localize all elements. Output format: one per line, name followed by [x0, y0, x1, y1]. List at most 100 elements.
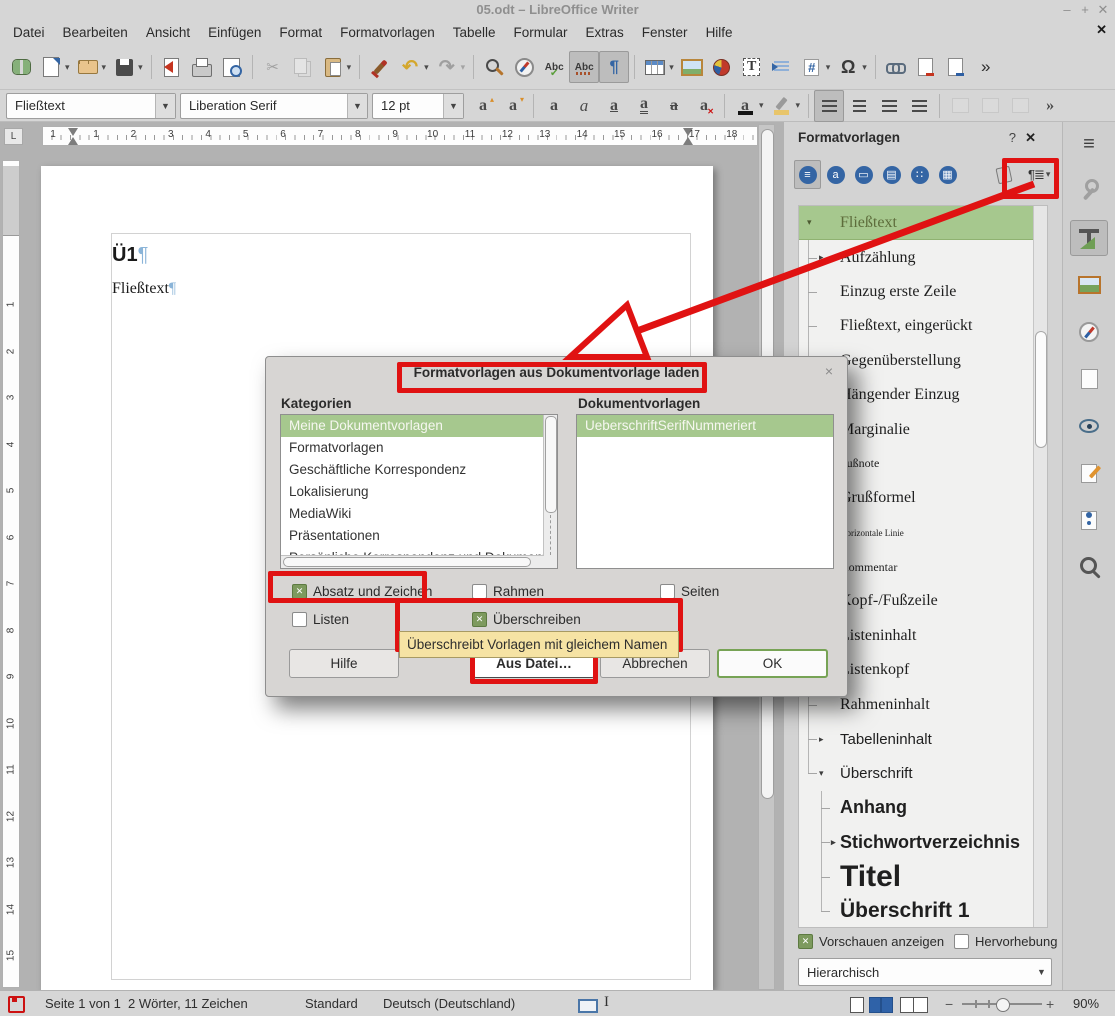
new-document-icon[interactable]: ▾: [36, 51, 73, 83]
styles-scrollbar[interactable]: [1033, 206, 1047, 927]
insert-endnote-icon[interactable]: [941, 51, 971, 83]
font-color-icon[interactable]: a ▾: [730, 90, 767, 122]
book-view-icon[interactable]: [900, 997, 928, 1013]
page-deck-icon[interactable]: [1070, 361, 1108, 397]
tab-stop-selector[interactable]: L: [4, 128, 23, 145]
insert-hyperlink-icon[interactable]: [881, 51, 911, 83]
export-pdf-icon[interactable]: [157, 51, 187, 83]
category-item[interactable]: Lokalisierung: [281, 481, 557, 503]
chevron-down-icon[interactable]: ▼: [155, 94, 175, 118]
chevron-down-icon[interactable]: ▼: [443, 94, 463, 118]
overwrite-checkbox[interactable]: [472, 612, 487, 627]
style-item[interactable]: ▸ Stichwortverzeichnis: [799, 825, 1047, 859]
font-size-combobox[interactable]: 12 pt ▼: [372, 93, 464, 119]
categories-listbox[interactable]: Meine DokumentvorlagenFormatvorlagenGesc…: [280, 414, 558, 569]
justify-icon[interactable]: [904, 90, 934, 122]
properties-deck-icon[interactable]: [1070, 220, 1108, 256]
shrink-font-icon[interactable]: a: [498, 90, 528, 122]
categories-vscrollbar[interactable]: [543, 415, 557, 568]
sidebar-help-button[interactable]: ?: [1009, 130, 1016, 145]
tree-arrow-icon[interactable]: ▾: [819, 768, 824, 779]
style-item[interactable]: ▾ Überschrift: [799, 756, 1047, 790]
style-item[interactable]: Fließtext, eingerückt: [799, 309, 1047, 343]
clone-formatting-icon[interactable]: [365, 51, 395, 83]
unsaved-changes-icon[interactable]: [8, 996, 25, 1013]
minimize-button[interactable]: –: [1059, 0, 1075, 20]
print-icon[interactable]: [187, 51, 217, 83]
tree-arrow-icon[interactable]: ▾: [807, 217, 812, 228]
cut-icon[interactable]: ✂: [258, 51, 288, 83]
menu-item[interactable]: Formular: [505, 20, 577, 45]
unordered-list-icon[interactable]: [945, 90, 975, 122]
redo-icon[interactable]: ↷ ▾: [432, 51, 469, 83]
menu-item[interactable]: Ansicht: [137, 20, 199, 45]
gallery-deck-icon[interactable]: [1070, 267, 1108, 303]
ok-button[interactable]: OK: [717, 649, 828, 678]
navigator-deck-icon[interactable]: [1070, 314, 1108, 350]
chevron-down-icon[interactable]: ▼: [347, 94, 367, 118]
style-item[interactable]: Titel: [799, 859, 1047, 893]
special-character-icon[interactable]: Ω ▾: [833, 51, 870, 83]
word-count-status[interactable]: 2 Wörter, 11 Zeichen: [128, 996, 248, 1011]
character-styles-icon[interactable]: a: [822, 160, 849, 189]
find-toolbar-icon[interactable]: [6, 51, 36, 83]
menu-item[interactable]: Extras: [577, 20, 633, 45]
menu-item[interactable]: Bearbeiten: [54, 20, 137, 45]
formatbar-overflow-icon[interactable]: »: [1035, 90, 1065, 122]
paragraph-character-checkbox[interactable]: [292, 584, 307, 599]
scrollbar-thumb[interactable]: [283, 557, 531, 567]
style-view-select[interactable]: Hierarchisch ▼: [798, 958, 1052, 986]
insert-table-icon[interactable]: ▾: [640, 51, 677, 83]
scrollbar-thumb[interactable]: [545, 416, 557, 513]
horizontal-ruler[interactable]: 1123456789101112131415161718: [42, 126, 758, 146]
style-item[interactable]: ▾ Fließtext: [799, 206, 1047, 240]
align-center-icon[interactable]: [844, 90, 874, 122]
page-count-status[interactable]: Seite 1 von 1: [45, 996, 121, 1011]
language-status[interactable]: Deutsch (Deutschland): [383, 996, 515, 1011]
navigator-icon[interactable]: [509, 51, 539, 83]
show-previews-checkbox[interactable]: [798, 934, 813, 949]
find-deck-icon[interactable]: [1070, 549, 1108, 585]
tree-arrow-icon[interactable]: ▸: [819, 734, 824, 745]
double-underline-icon[interactable]: a: [629, 90, 659, 122]
template-item[interactable]: UeberschriftSerifNummeriert: [577, 415, 833, 437]
save-icon[interactable]: ▾: [109, 51, 146, 83]
auto-spellcheck-icon[interactable]: Abc: [569, 51, 599, 83]
style-item[interactable]: Anhang: [799, 791, 1047, 825]
category-item[interactable]: Meine Dokumentvorlagen: [281, 415, 557, 437]
zoom-out-icon[interactable]: −: [945, 996, 953, 1012]
underline-icon[interactable]: a: [599, 90, 629, 122]
menu-item[interactable]: Einfügen: [199, 20, 270, 45]
find-replace-icon[interactable]: [479, 51, 509, 83]
grow-font-icon[interactable]: a: [468, 90, 498, 122]
style-inspector-deck-icon[interactable]: [1070, 408, 1108, 444]
page-break-icon[interactable]: [767, 51, 797, 83]
open-file-icon[interactable]: ▾: [73, 51, 110, 83]
toolbar-overflow-icon[interactable]: »: [971, 51, 1001, 83]
track-changes-deck-icon[interactable]: [1070, 455, 1108, 491]
zoom-level[interactable]: 90%: [1073, 996, 1099, 1011]
insert-image-icon[interactable]: [677, 51, 707, 83]
align-left-icon[interactable]: [814, 90, 844, 122]
templates-listbox[interactable]: UeberschriftSerifNummeriert: [576, 414, 834, 569]
selection-mode-icon[interactable]: [578, 999, 598, 1013]
highlight-color-icon[interactable]: ▾: [767, 90, 804, 122]
clear-formatting-icon[interactable]: a: [689, 90, 719, 122]
close-window-button[interactable]: ✕: [1095, 0, 1111, 20]
dialog-close-icon[interactable]: ×: [825, 363, 833, 379]
help-button[interactable]: Hilfe: [289, 649, 399, 678]
menu-item[interactable]: Fenster: [633, 20, 697, 45]
category-item[interactable]: Formatvorlagen: [281, 437, 557, 459]
page-style-status[interactable]: Standard: [305, 996, 358, 1011]
undo-icon[interactable]: ↶ ▾: [395, 51, 432, 83]
multi-page-view-icon[interactable]: [869, 997, 881, 1013]
close-document-icon[interactable]: ✕: [1096, 22, 1107, 38]
highlight-checkbox[interactable]: [954, 934, 969, 949]
style-item[interactable]: ▸ Tabelleninhalt: [799, 722, 1047, 756]
frame-checkbox[interactable]: [472, 584, 487, 599]
zoom-in-icon[interactable]: +: [1046, 996, 1054, 1012]
menu-item[interactable]: Format: [270, 20, 331, 45]
tree-arrow-icon[interactable]: ▸: [831, 837, 836, 848]
vertical-ruler[interactable]: 123456789101112131415: [2, 160, 20, 988]
insert-footnote-icon[interactable]: [911, 51, 941, 83]
